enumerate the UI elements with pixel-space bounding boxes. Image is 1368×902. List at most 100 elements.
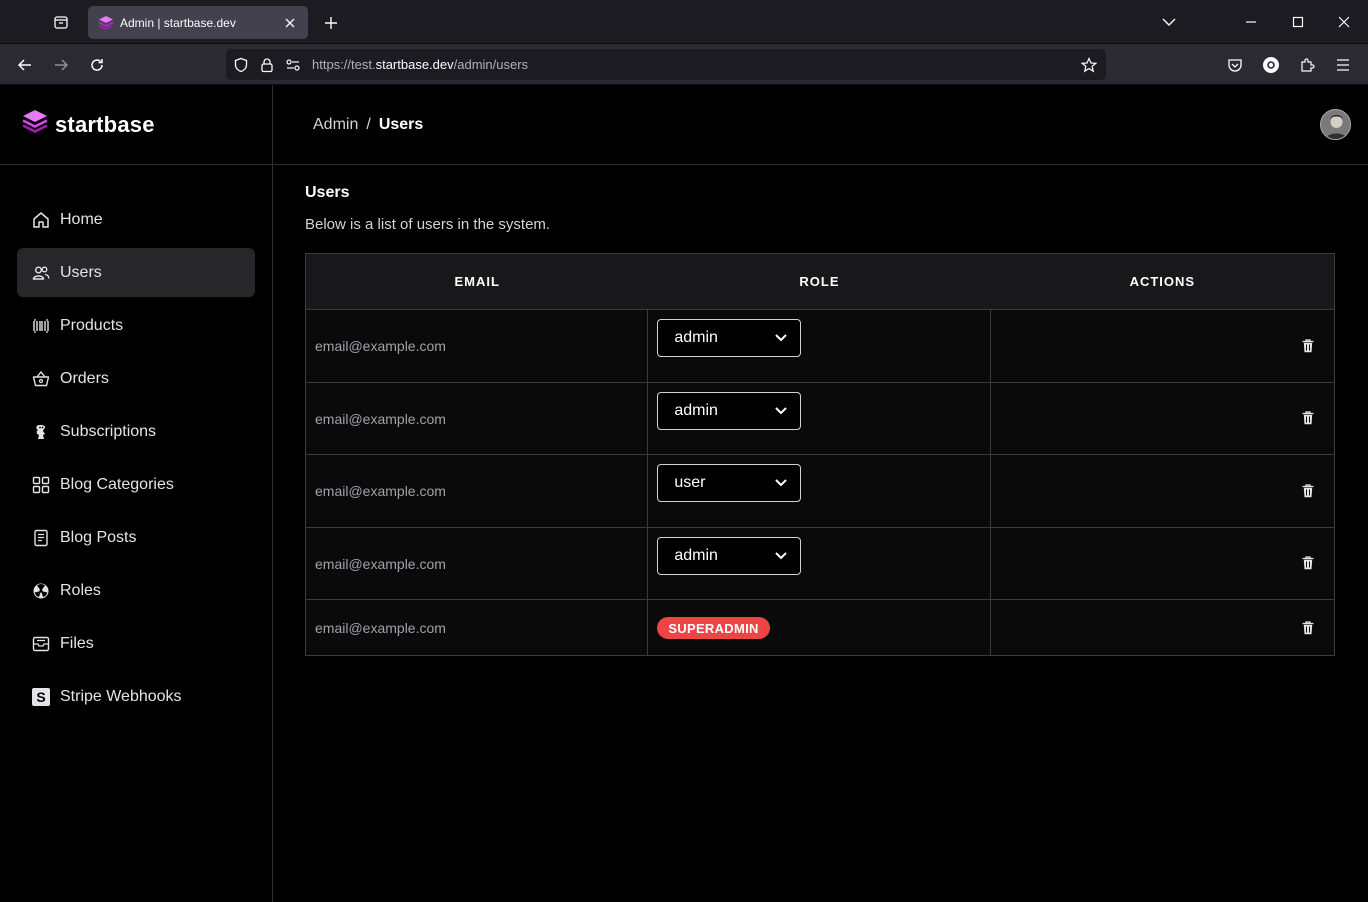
grid-icon [31,475,51,495]
sidebar-item-users[interactable]: Users [17,248,255,297]
sidebar-item-stripe-webhooks[interactable]: S Stripe Webhooks [17,672,255,721]
sidebar-item-blog-posts[interactable]: Blog Posts [17,513,255,562]
browser-tab-bar: Admin | startbase.dev [0,0,1368,44]
table-row: email@example.com user [306,455,1334,528]
extensions-icon[interactable] [1293,51,1321,79]
trash-icon[interactable] [1301,338,1315,354]
role-select-value: admin [674,402,718,419]
topbar: Admin / Users [273,85,1368,165]
bookmark-star-icon[interactable] [1078,54,1100,76]
actions-cell [991,528,1334,599]
sidebar-item-home[interactable]: Home [17,195,255,244]
sidebar-nav: Home Users Products Orders Subscriptions [0,195,272,721]
startbase-favicon-icon [98,15,114,31]
trash-icon[interactable] [1301,410,1315,426]
chevron-down-icon [774,404,788,418]
shield-icon[interactable] [230,54,252,76]
role-cell: admin [648,383,991,454]
home-icon [31,210,51,230]
sidebar-item-subscriptions[interactable]: Subscriptions [17,407,255,456]
sidebar-item-roles[interactable]: Roles [17,566,255,615]
trash-icon[interactable] [1301,620,1315,636]
tab-list-icon[interactable] [44,10,78,34]
actions-cell [991,310,1334,382]
email-text: email@example.com [315,338,446,354]
sidebar-item-files[interactable]: Files [17,619,255,668]
role-select-value: user [674,474,706,491]
startbase-logo-icon [21,108,49,141]
permissions-icon[interactable] [282,54,304,76]
chevron-down-icon [774,549,788,563]
role-select[interactable]: admin [657,392,802,430]
table-header: EMAIL ROLE ACTIONS [306,254,1334,310]
sidebar-item-label: Products [60,316,124,334]
email-text: email@example.com [315,483,446,499]
users-icon [31,263,51,283]
sidebar-item-label: Orders [60,369,109,387]
tab-title: Admin | startbase.dev [120,15,236,30]
forward-arrow-icon[interactable] [47,51,75,79]
account-icon[interactable] [1257,51,1285,79]
avatar[interactable] [1320,109,1351,140]
reload-icon[interactable] [83,51,111,79]
barcode-icon [31,316,51,336]
trash-icon[interactable] [1301,483,1315,499]
sidebar-item-label: Users [60,263,102,281]
sidebar-item-products[interactable]: Products [17,301,255,350]
email-cell: email@example.com [306,600,649,655]
trash-icon[interactable] [1301,555,1315,571]
close-window-icon[interactable] [1329,8,1359,36]
sidebar: startbase Home Users Products Orders Sub… [0,85,273,902]
users-table: EMAIL ROLE ACTIONS email@example.com adm… [305,253,1335,656]
sidebar-item-label: Files [60,634,94,652]
column-header-role: ROLE [799,274,840,289]
table-row: email@example.com admin [306,528,1334,600]
role-cell: admin [648,310,991,382]
sidebar-item-label: Stripe Webhooks [60,687,182,705]
lock-icon[interactable] [256,54,278,76]
browser-nav-bar: https://test.startbase.dev/admin/users [0,44,1368,85]
brand[interactable]: startbase [0,85,272,165]
sidebar-item-label: Subscriptions [60,422,157,440]
stripe-icon: S [31,687,51,707]
table-row: email@example.com admin [306,383,1334,455]
inbox-icon [31,634,51,654]
superadmin-badge: SUPERADMIN [657,617,770,639]
breadcrumb-current: Users [378,115,424,133]
page-title: Users [305,184,350,201]
sidebar-item-orders[interactable]: Orders [17,354,255,403]
sidebar-item-blog-categories[interactable]: Blog Categories [17,460,255,509]
pocket-icon[interactable] [1221,51,1249,79]
role-cell: user [648,455,991,527]
chevron-down-icon [774,331,788,345]
brand-name: startbase [55,111,155,137]
close-tab-icon[interactable] [282,15,298,31]
column-header-email: EMAIL [454,274,500,289]
role-cell: SUPERADMIN [648,600,991,655]
role-select-value: admin [674,547,718,564]
radiation-icon [31,581,51,601]
minimize-icon[interactable] [1236,8,1266,36]
url-bar[interactable]: https://test.startbase.dev/admin/users [226,49,1106,80]
email-text: email@example.com [315,620,446,636]
sidebar-item-label: Blog Categories [60,475,174,493]
breadcrumb-parent[interactable]: Admin [313,116,358,134]
menu-icon[interactable] [1329,51,1357,79]
maximize-icon[interactable] [1283,8,1313,36]
url-text: https://test.startbase.dev/admin/users [312,57,529,72]
list-all-tabs-icon[interactable] [1154,8,1184,36]
actions-cell [991,455,1334,527]
actions-cell [991,600,1334,655]
role-select[interactable]: admin [657,537,802,575]
new-tab-icon[interactable] [318,10,344,36]
back-arrow-icon[interactable] [11,51,39,79]
table-row: email@example.com admin [306,310,1334,383]
browser-tab[interactable]: Admin | startbase.dev [88,6,308,39]
sidebar-item-label: Home [60,210,103,228]
chevron-down-icon [774,476,788,490]
page-description: Below is a list of users in the system. [305,216,551,233]
actions-cell [991,383,1334,454]
role-select[interactable]: admin [657,319,802,357]
role-select[interactable]: user [657,464,802,502]
column-header-actions: ACTIONS [1129,274,1196,289]
